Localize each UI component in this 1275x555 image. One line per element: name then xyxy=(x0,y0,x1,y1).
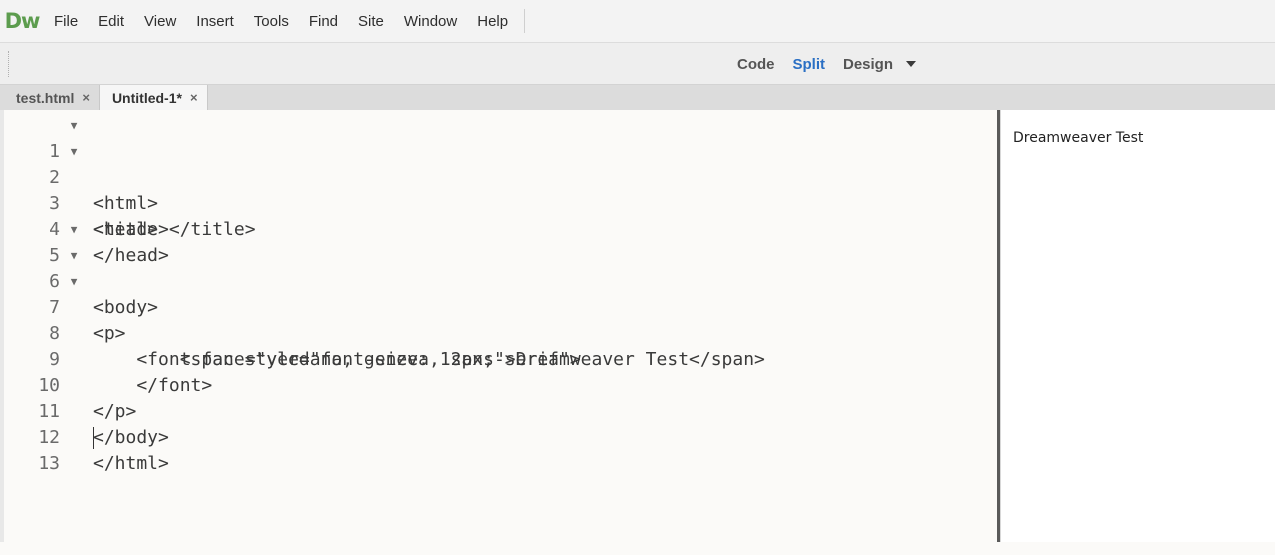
design-preview[interactable]: Dreamweaver Test xyxy=(1001,110,1275,542)
preview-text: Dreamweaver Test xyxy=(1013,130,1144,146)
menu-tools[interactable]: Tools xyxy=(244,0,299,43)
view-switcher: Code Split Design xyxy=(728,43,917,85)
fold-arrow-icon[interactable]: ▼ xyxy=(68,269,80,295)
menu-bar: Dw File Edit View Insert Tools Find Site… xyxy=(0,0,1275,43)
menu-insert[interactable]: Insert xyxy=(186,0,244,43)
code-line[interactable]: 10 </p> xyxy=(4,347,998,422)
toolbar-grip[interactable] xyxy=(8,51,13,77)
tab-label: Untitled-1* xyxy=(111,89,182,106)
fold-arrow-icon[interactable]: ▼ xyxy=(68,217,80,243)
tab-test-html[interactable]: test.html × xyxy=(0,85,100,110)
code-line[interactable]: 13 xyxy=(4,425,998,474)
code-line[interactable]: 1 ▼ <html> xyxy=(4,113,998,214)
tab-label: test.html xyxy=(16,89,75,106)
fold-arrow-icon[interactable]: ▼ xyxy=(68,243,80,269)
fold-arrow-icon[interactable]: ▼ xyxy=(68,113,80,139)
code-line[interactable]: 2 ▼ <head> xyxy=(4,139,998,240)
code-line[interactable]: 4 </head> xyxy=(4,191,998,266)
line-number: 13 xyxy=(38,453,60,474)
document-tabs: test.html × Untitled-1* × xyxy=(0,85,1275,110)
design-view-button[interactable]: Design xyxy=(834,56,902,73)
code-line[interactable]: 6 ▼ <p> xyxy=(4,243,998,344)
split-view-button[interactable]: Split xyxy=(784,56,835,73)
code-line[interactable]: 12 </html> xyxy=(4,399,998,474)
menu-help[interactable]: Help xyxy=(467,0,518,43)
code-line[interactable]: 5 ▼ <body> xyxy=(4,217,998,318)
code-line[interactable]: 7 ▼ <font face="verdana, geneva, sans-se… xyxy=(4,269,998,370)
menu-window[interactable]: Window xyxy=(394,0,467,43)
code-editor[interactable]: 1 ▼ <html> 2 ▼ <head> 3 <title></title> … xyxy=(0,110,998,542)
code-line[interactable]: 8 <span style="font-size: 12px;">Dreamwe… xyxy=(4,295,998,370)
menu-separator xyxy=(524,9,526,33)
view-dropdown-icon[interactable] xyxy=(906,61,917,67)
code-view-button[interactable]: Code xyxy=(728,56,784,73)
menu-file[interactable]: File xyxy=(46,0,88,43)
code-line[interactable]: 11 </body> xyxy=(4,373,998,448)
code-line[interactable]: 9 </font> xyxy=(4,321,998,396)
text-cursor xyxy=(93,427,94,449)
close-icon[interactable]: × xyxy=(82,90,90,105)
menu-edit[interactable]: Edit xyxy=(88,0,134,43)
close-icon[interactable]: × xyxy=(190,90,198,105)
view-toolbar: Code Split Design xyxy=(0,43,1275,85)
code-line[interactable]: 3 <title></title> xyxy=(4,165,998,240)
menu-site[interactable]: Site xyxy=(348,0,394,43)
menu-find[interactable]: Find xyxy=(299,0,348,43)
menu-view[interactable]: View xyxy=(134,0,186,43)
fold-arrow-icon[interactable]: ▼ xyxy=(68,139,80,165)
dreamweaver-logo: Dw xyxy=(4,9,41,33)
code-text: </html> xyxy=(93,453,169,474)
tab-untitled-1[interactable]: Untitled-1* × xyxy=(99,85,208,110)
